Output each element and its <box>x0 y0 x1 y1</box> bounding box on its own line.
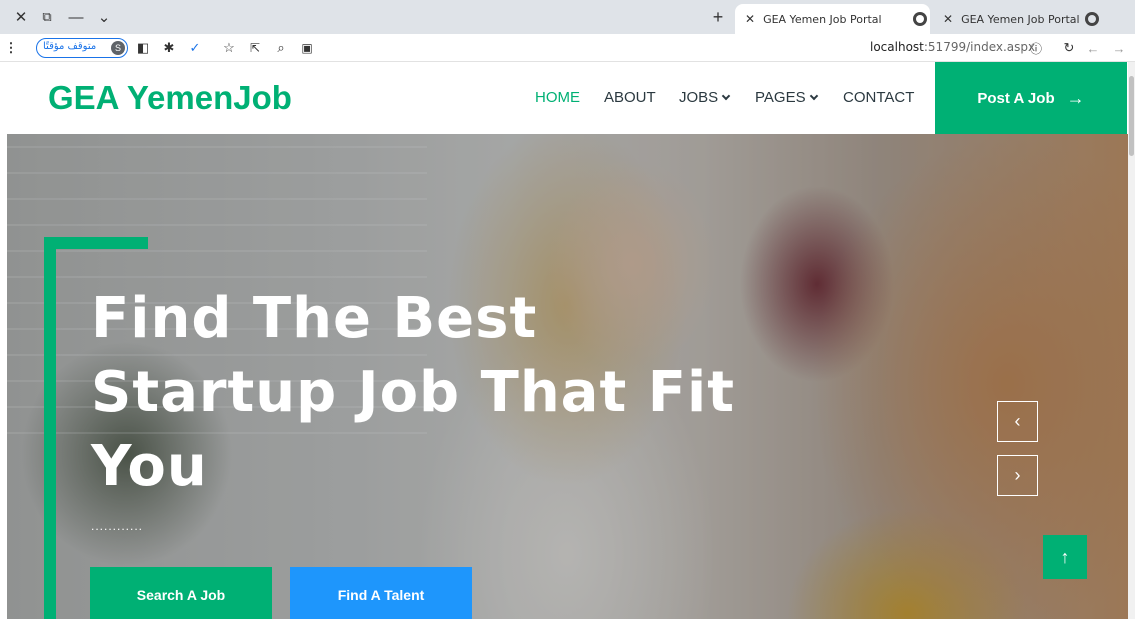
profile-paused-chip[interactable]: متوقف مؤقتًا S <box>36 38 128 58</box>
nav-jobs[interactable]: JOBS <box>679 89 731 106</box>
tab-title: GEA Yemen Job Portal <box>961 12 1080 26</box>
address-url[interactable]: localhost:51799/index.aspx <box>870 40 1035 54</box>
arrow-right-icon: → <box>1066 87 1085 108</box>
cast-icon[interactable]: ▣ <box>298 38 316 58</box>
forward-arrow-icon[interactable]: → <box>1110 38 1128 58</box>
back-to-top-button[interactable]: ↑ <box>1043 535 1087 579</box>
post-job-label: Post A Job <box>977 89 1055 107</box>
search-job-button[interactable]: Search A Job <box>90 567 272 619</box>
browser-tab-active[interactable]: ✕ GEA Yemen Job Portal <box>735 4 930 34</box>
new-tab-button[interactable]: + <box>708 6 728 28</box>
carousel-prev-button[interactable]: ‹ <box>997 401 1038 442</box>
hero-accent-bar-horizontal <box>44 237 148 249</box>
zoom-icon[interactable]: ⌕ <box>272 38 290 58</box>
back-arrow-icon[interactable]: ← <box>1084 38 1102 58</box>
reload-icon[interactable]: ↻ <box>1060 38 1078 58</box>
find-talent-button[interactable]: Find A Talent <box>290 567 472 619</box>
hero-headline-line: Find The Best <box>91 286 538 351</box>
nav-contact[interactable]: CONTACT <box>843 89 914 106</box>
tab-title: GEA Yemen Job Portal <box>763 12 882 26</box>
extensions-icon[interactable]: ✱ <box>160 38 178 58</box>
hero-headline-line: Startup Job That Fit <box>91 360 735 425</box>
window-close-icon[interactable]: ✕ <box>10 6 32 28</box>
hero-headline-line: You <box>91 434 208 499</box>
nav-about[interactable]: ABOUT <box>604 89 656 106</box>
tab-favicon-globe-icon <box>913 12 927 26</box>
browser-menu-icon[interactable]: ⋮ <box>4 38 18 58</box>
nav-home[interactable]: HOME <box>535 89 580 106</box>
chevron-down-icon <box>721 91 731 101</box>
arrow-up-icon: ↑ <box>1060 546 1070 567</box>
hero-dotted-divider: ............ <box>91 519 144 533</box>
nav-jobs-label: JOBS <box>679 89 719 106</box>
site-logo[interactable]: GEA YemenJob <box>48 79 292 117</box>
scrollbar-thumb[interactable] <box>1129 76 1134 156</box>
nav-about-label: ABOUT <box>604 89 656 106</box>
window-minimize-icon[interactable]: — <box>65 6 87 28</box>
nav-pages[interactable]: PAGES <box>755 89 818 106</box>
url-path: :51799/index.aspx <box>923 40 1036 54</box>
nav-home-label: HOME <box>535 89 580 106</box>
profile-status-label: متوقف مؤقتًا <box>43 41 97 52</box>
tab-search-dropdown-icon[interactable]: ⌄ <box>93 6 115 28</box>
tab-favicon-globe-icon <box>1085 12 1099 26</box>
site-info-icon[interactable]: ⓘ <box>1028 38 1044 58</box>
post-job-button[interactable]: Post A Job → <box>935 62 1127 134</box>
nav-contact-label: CONTACT <box>843 89 915 106</box>
chevron-left-icon: ‹ <box>1014 411 1021 431</box>
checkmark-icon[interactable]: ✓ <box>186 38 204 58</box>
tab-close-icon[interactable]: ✕ <box>745 12 755 26</box>
url-host: localhost <box>870 40 924 54</box>
tab-close-icon[interactable]: ✕ <box>943 12 953 26</box>
browser-tab-strip: ✕ ⧉ — ⌄ + ✕ GEA Yemen Job Portal ✕ GEA Y… <box>0 0 1135 34</box>
nav-pages-label: PAGES <box>755 89 806 106</box>
bookmark-star-icon[interactable]: ☆ <box>220 38 238 58</box>
site-header: GEA YemenJob HOME ABOUT JOBS PAGES CONTA… <box>0 62 1135 134</box>
page-scrollbar[interactable] <box>1128 62 1135 619</box>
profile-avatar: S <box>111 41 125 55</box>
hero-accent-bar-vertical <box>44 237 56 619</box>
browser-toolbar: ⋮ متوقف مؤقتًا S ◧ ✱ ✓ ☆ ⇱ ⌕ ▣ localhost… <box>0 34 1135 62</box>
carousel-next-button[interactable]: › <box>997 455 1038 496</box>
hero-carousel: Find The Best Startup Job That Fit You .… <box>7 134 1128 619</box>
share-icon[interactable]: ⇱ <box>246 38 264 58</box>
browser-tab[interactable]: ✕ GEA Yemen Job Portal <box>933 4 1133 34</box>
hero-headline: Find The Best Startup Job That Fit You <box>91 282 791 504</box>
chevron-right-icon: › <box>1014 465 1021 485</box>
sidebar-icon[interactable]: ◧ <box>134 38 152 58</box>
chevron-down-icon <box>809 91 818 101</box>
window-restore-icon[interactable]: ⧉ <box>36 6 58 28</box>
